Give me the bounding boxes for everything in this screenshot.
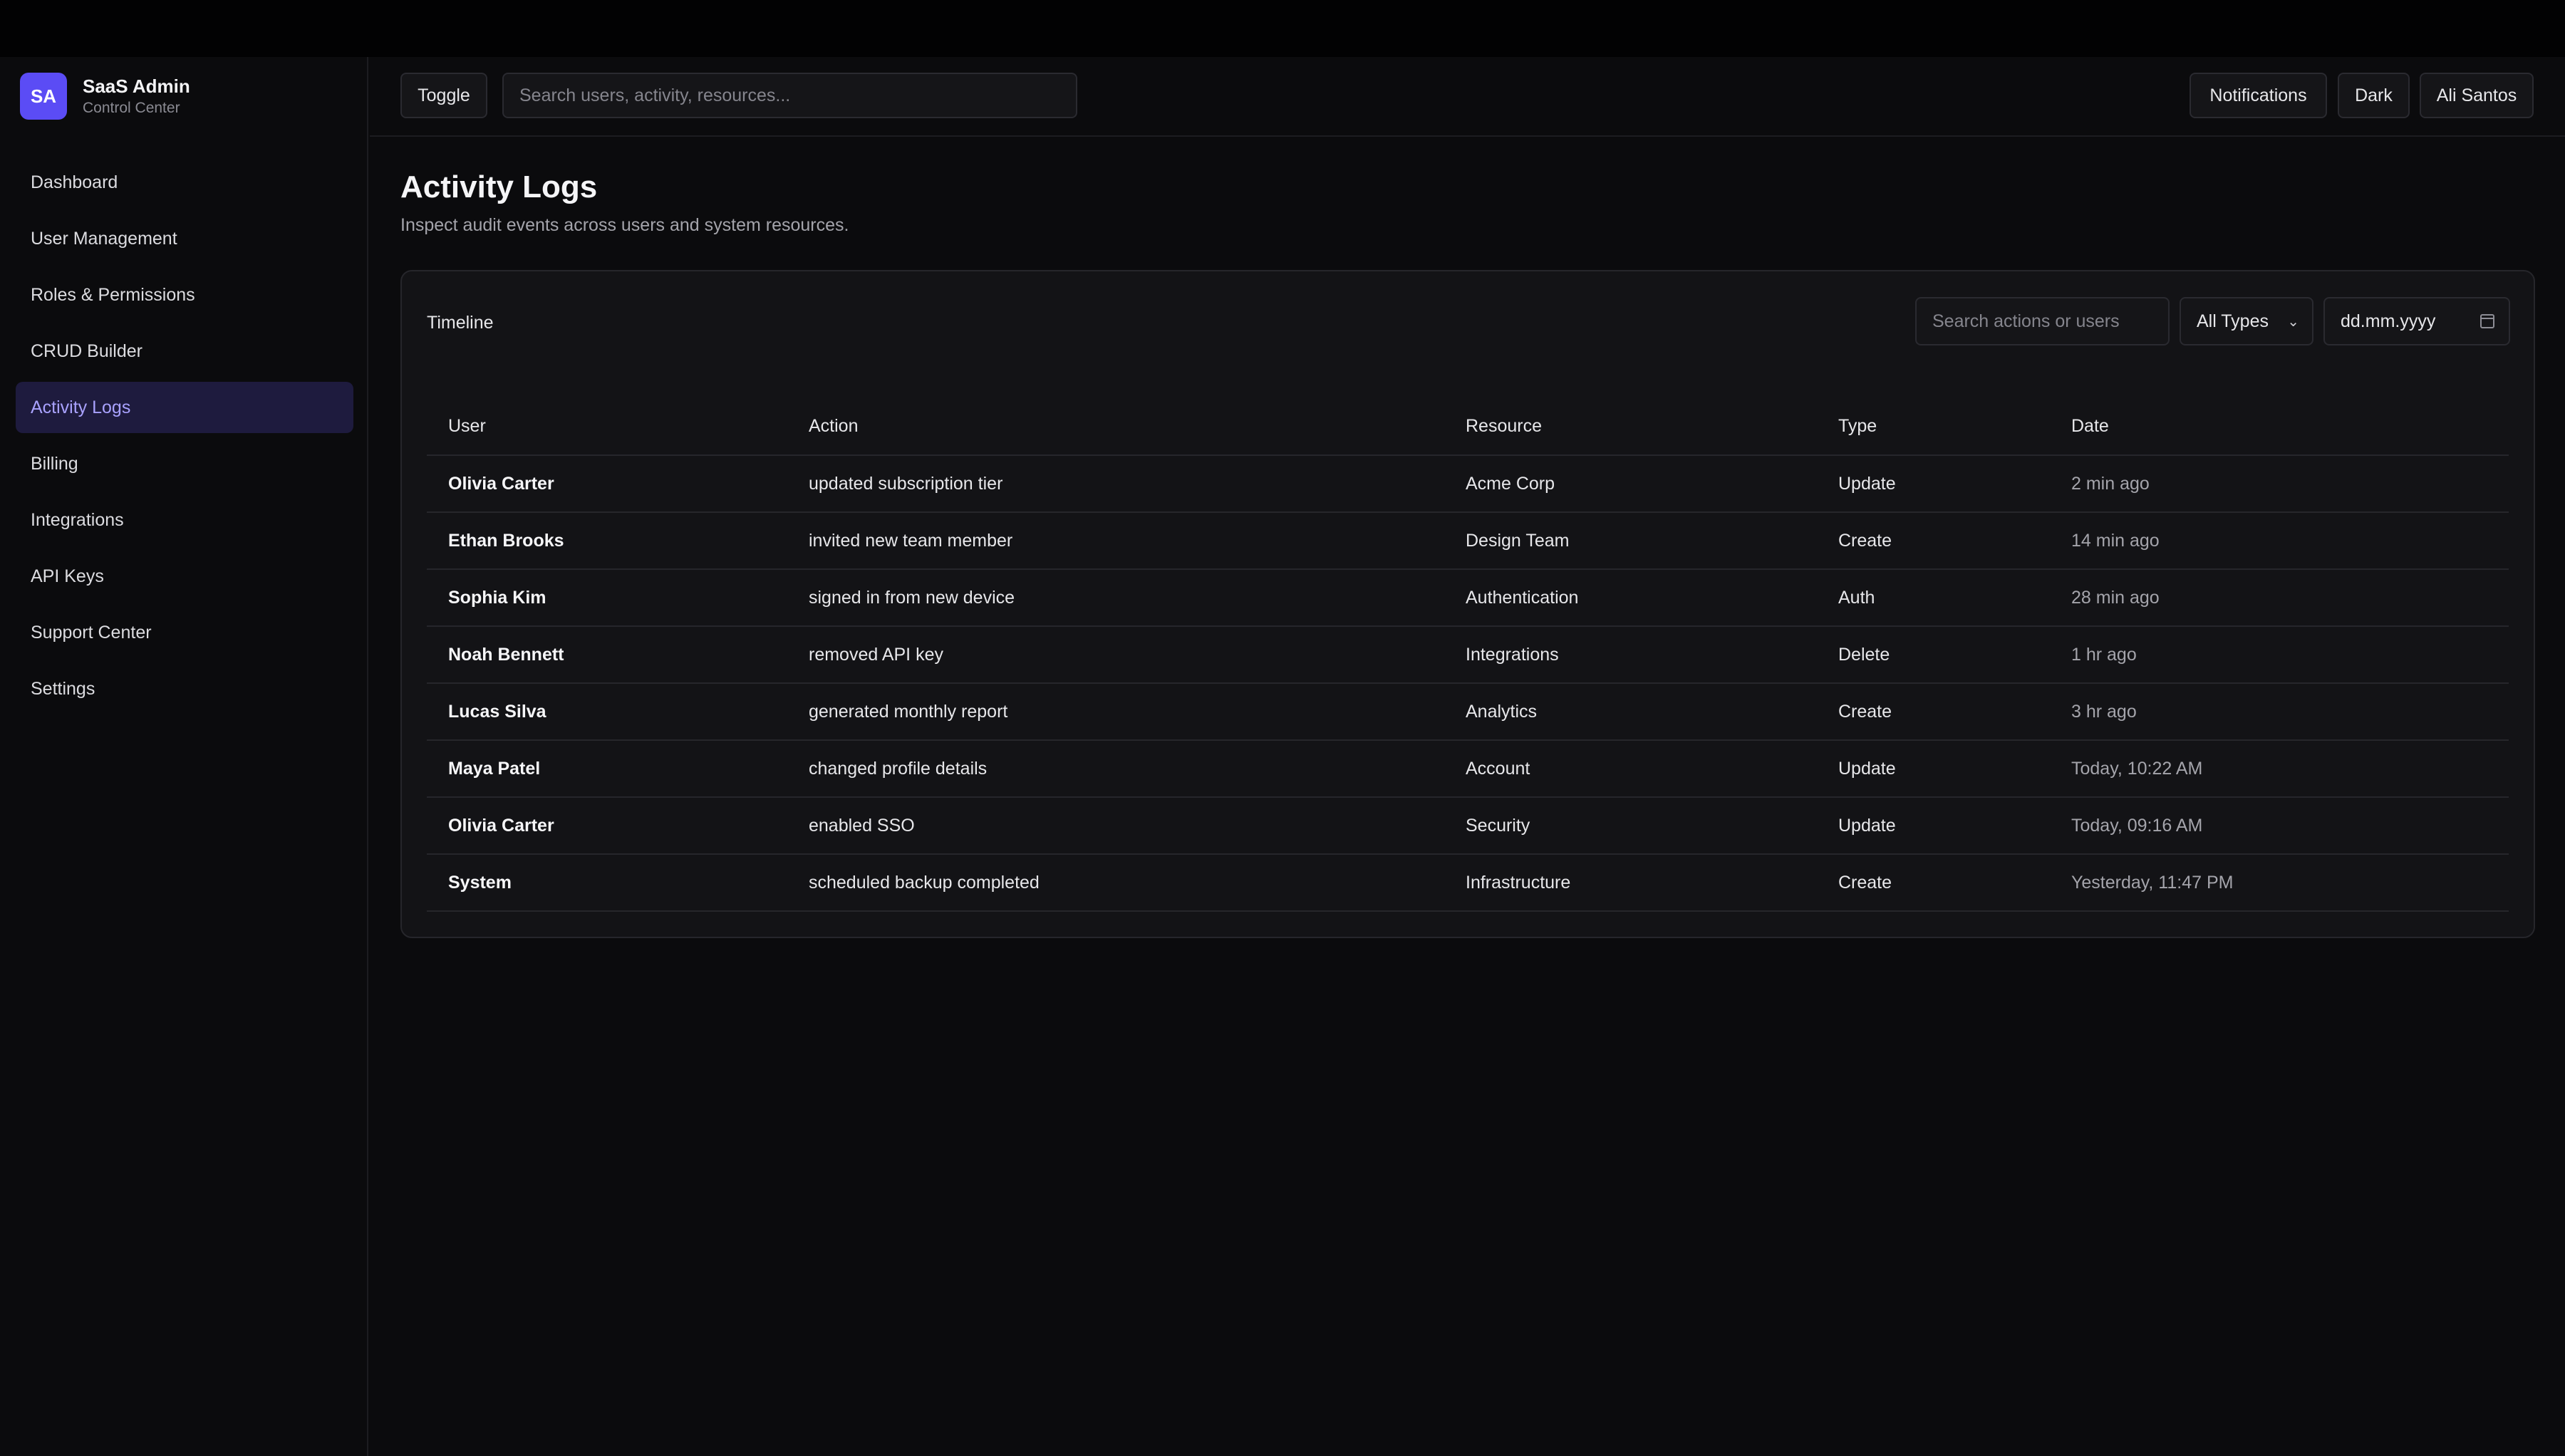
cell-user: Olivia Carter [427, 455, 787, 513]
cell-date: Today, 10:22 AM [2050, 740, 2509, 798]
date-filter-placeholder: dd.mm.yyyy [2341, 311, 2436, 331]
cell-resource: Authentication [1444, 569, 1817, 627]
cell-action: enabled SSO [787, 797, 1444, 855]
brand-subtitle: Control Center [83, 100, 180, 116]
cell-type: Create [1817, 512, 2050, 570]
chevron-down-icon: ⌄ [2287, 313, 2299, 330]
type-filter-value: All Types [2197, 311, 2269, 331]
page-subtitle: Inspect audit events across users and sy… [400, 215, 849, 235]
cell-action: updated subscription tier [787, 455, 1444, 513]
cell-resource: Design Team [1444, 512, 1817, 570]
cell-type: Update [1817, 797, 2050, 855]
table-row[interactable]: System scheduled backup completed Infras… [427, 854, 2509, 912]
sidebar-item-user-management[interactable]: User Management [16, 213, 353, 264]
column-header-action[interactable]: Action [787, 398, 1444, 456]
sidebar-toggle-button[interactable]: Toggle [400, 73, 487, 118]
table-row[interactable]: Olivia Carter enabled SSO Security Updat… [427, 797, 2509, 855]
calendar-icon [2480, 314, 2494, 328]
type-filter-select[interactable]: All Types ⌄ [2180, 297, 2313, 345]
table-header-row: User Action Resource Type Date [427, 398, 2509, 456]
sidebar-item-integrations[interactable]: Integrations [16, 494, 353, 546]
global-search-input[interactable] [502, 73, 1077, 118]
cell-user: Noah Bennett [427, 626, 787, 684]
cell-action: signed in from new device [787, 569, 1444, 627]
sidebar: SA SaaS Admin Control Center Dashboard U… [0, 57, 368, 1456]
activity-table: User Action Resource Type Date Olivia Ca… [427, 398, 2509, 912]
cell-date: 1 hr ago [2050, 626, 2509, 684]
cell-action: scheduled backup completed [787, 854, 1444, 912]
table-row[interactable]: Olivia Carter updated subscription tier … [427, 455, 2509, 513]
cell-type: Auth [1817, 569, 2050, 627]
sidebar-item-activity-logs[interactable]: Activity Logs [16, 382, 353, 433]
brand-logo: SA [20, 73, 67, 120]
column-header-resource[interactable]: Resource [1444, 398, 1817, 456]
log-search-input[interactable] [1915, 297, 2170, 345]
cell-user: Olivia Carter [427, 797, 787, 855]
sidebar-item-settings[interactable]: Settings [16, 663, 353, 714]
brand-title: SaaS Admin [83, 76, 190, 97]
user-menu-button[interactable]: Ali Santos [2420, 73, 2534, 118]
cell-type: Update [1817, 740, 2050, 798]
cell-date: Yesterday, 11:47 PM [2050, 854, 2509, 912]
cell-resource: Integrations [1444, 626, 1817, 684]
page-title: Activity Logs [400, 170, 598, 204]
sidebar-item-dashboard[interactable]: Dashboard [16, 157, 353, 208]
cell-type: Update [1817, 455, 2050, 513]
cell-date: Today, 09:16 AM [2050, 797, 2509, 855]
cell-date: 14 min ago [2050, 512, 2509, 570]
table-row[interactable]: Maya Patel changed profile details Accou… [427, 740, 2509, 798]
sidebar-item-api-keys[interactable]: API Keys [16, 551, 353, 602]
cell-type: Delete [1817, 626, 2050, 684]
sidebar-nav: Dashboard User Management Roles & Permis… [16, 157, 353, 719]
sidebar-item-support-center[interactable]: Support Center [16, 607, 353, 658]
date-filter-input[interactable]: dd.mm.yyyy [2323, 297, 2510, 345]
cell-action: removed API key [787, 626, 1444, 684]
brand-text: SaaS Admin Control Center [83, 74, 190, 118]
column-header-type[interactable]: Type [1817, 398, 2050, 456]
cell-user: Ethan Brooks [427, 512, 787, 570]
column-header-user[interactable]: User [427, 398, 787, 456]
cell-date: 28 min ago [2050, 569, 2509, 627]
cell-action: generated monthly report [787, 683, 1444, 741]
cell-type: Create [1817, 854, 2050, 912]
cell-resource: Analytics [1444, 683, 1817, 741]
theme-toggle-button[interactable]: Dark [2338, 73, 2410, 118]
table-row[interactable]: Ethan Brooks invited new team member Des… [427, 512, 2509, 570]
topbar: Toggle Notifications Dark Ali Santos [370, 57, 2565, 137]
sidebar-item-roles-permissions[interactable]: Roles & Permissions [16, 269, 353, 321]
cell-resource: Acme Corp [1444, 455, 1817, 513]
table-row[interactable]: Noah Bennett removed API key Integration… [427, 626, 2509, 684]
cell-date: 2 min ago [2050, 455, 2509, 513]
brand: SA SaaS Admin Control Center [20, 73, 190, 120]
browser-top-strip [0, 0, 2565, 57]
cell-type: Create [1817, 683, 2050, 741]
column-header-date[interactable]: Date [2050, 398, 2509, 456]
cell-resource: Account [1444, 740, 1817, 798]
cell-user: System [427, 854, 787, 912]
cell-user: Lucas Silva [427, 683, 787, 741]
cell-user: Sophia Kim [427, 569, 787, 627]
sidebar-item-billing[interactable]: Billing [16, 438, 353, 489]
cell-action: changed profile details [787, 740, 1444, 798]
cell-user: Maya Patel [427, 740, 787, 798]
table-row[interactable]: Lucas Silva generated monthly report Ana… [427, 683, 2509, 741]
cell-resource: Security [1444, 797, 1817, 855]
cell-date: 3 hr ago [2050, 683, 2509, 741]
card-title: Timeline [427, 313, 494, 333]
sidebar-item-crud-builder[interactable]: CRUD Builder [16, 326, 353, 377]
notifications-button[interactable]: Notifications [2190, 73, 2327, 118]
cell-resource: Infrastructure [1444, 854, 1817, 912]
timeline-card: Timeline All Types ⌄ dd.mm.yyyy User Act… [400, 270, 2535, 938]
cell-action: invited new team member [787, 512, 1444, 570]
table-row[interactable]: Sophia Kim signed in from new device Aut… [427, 569, 2509, 627]
